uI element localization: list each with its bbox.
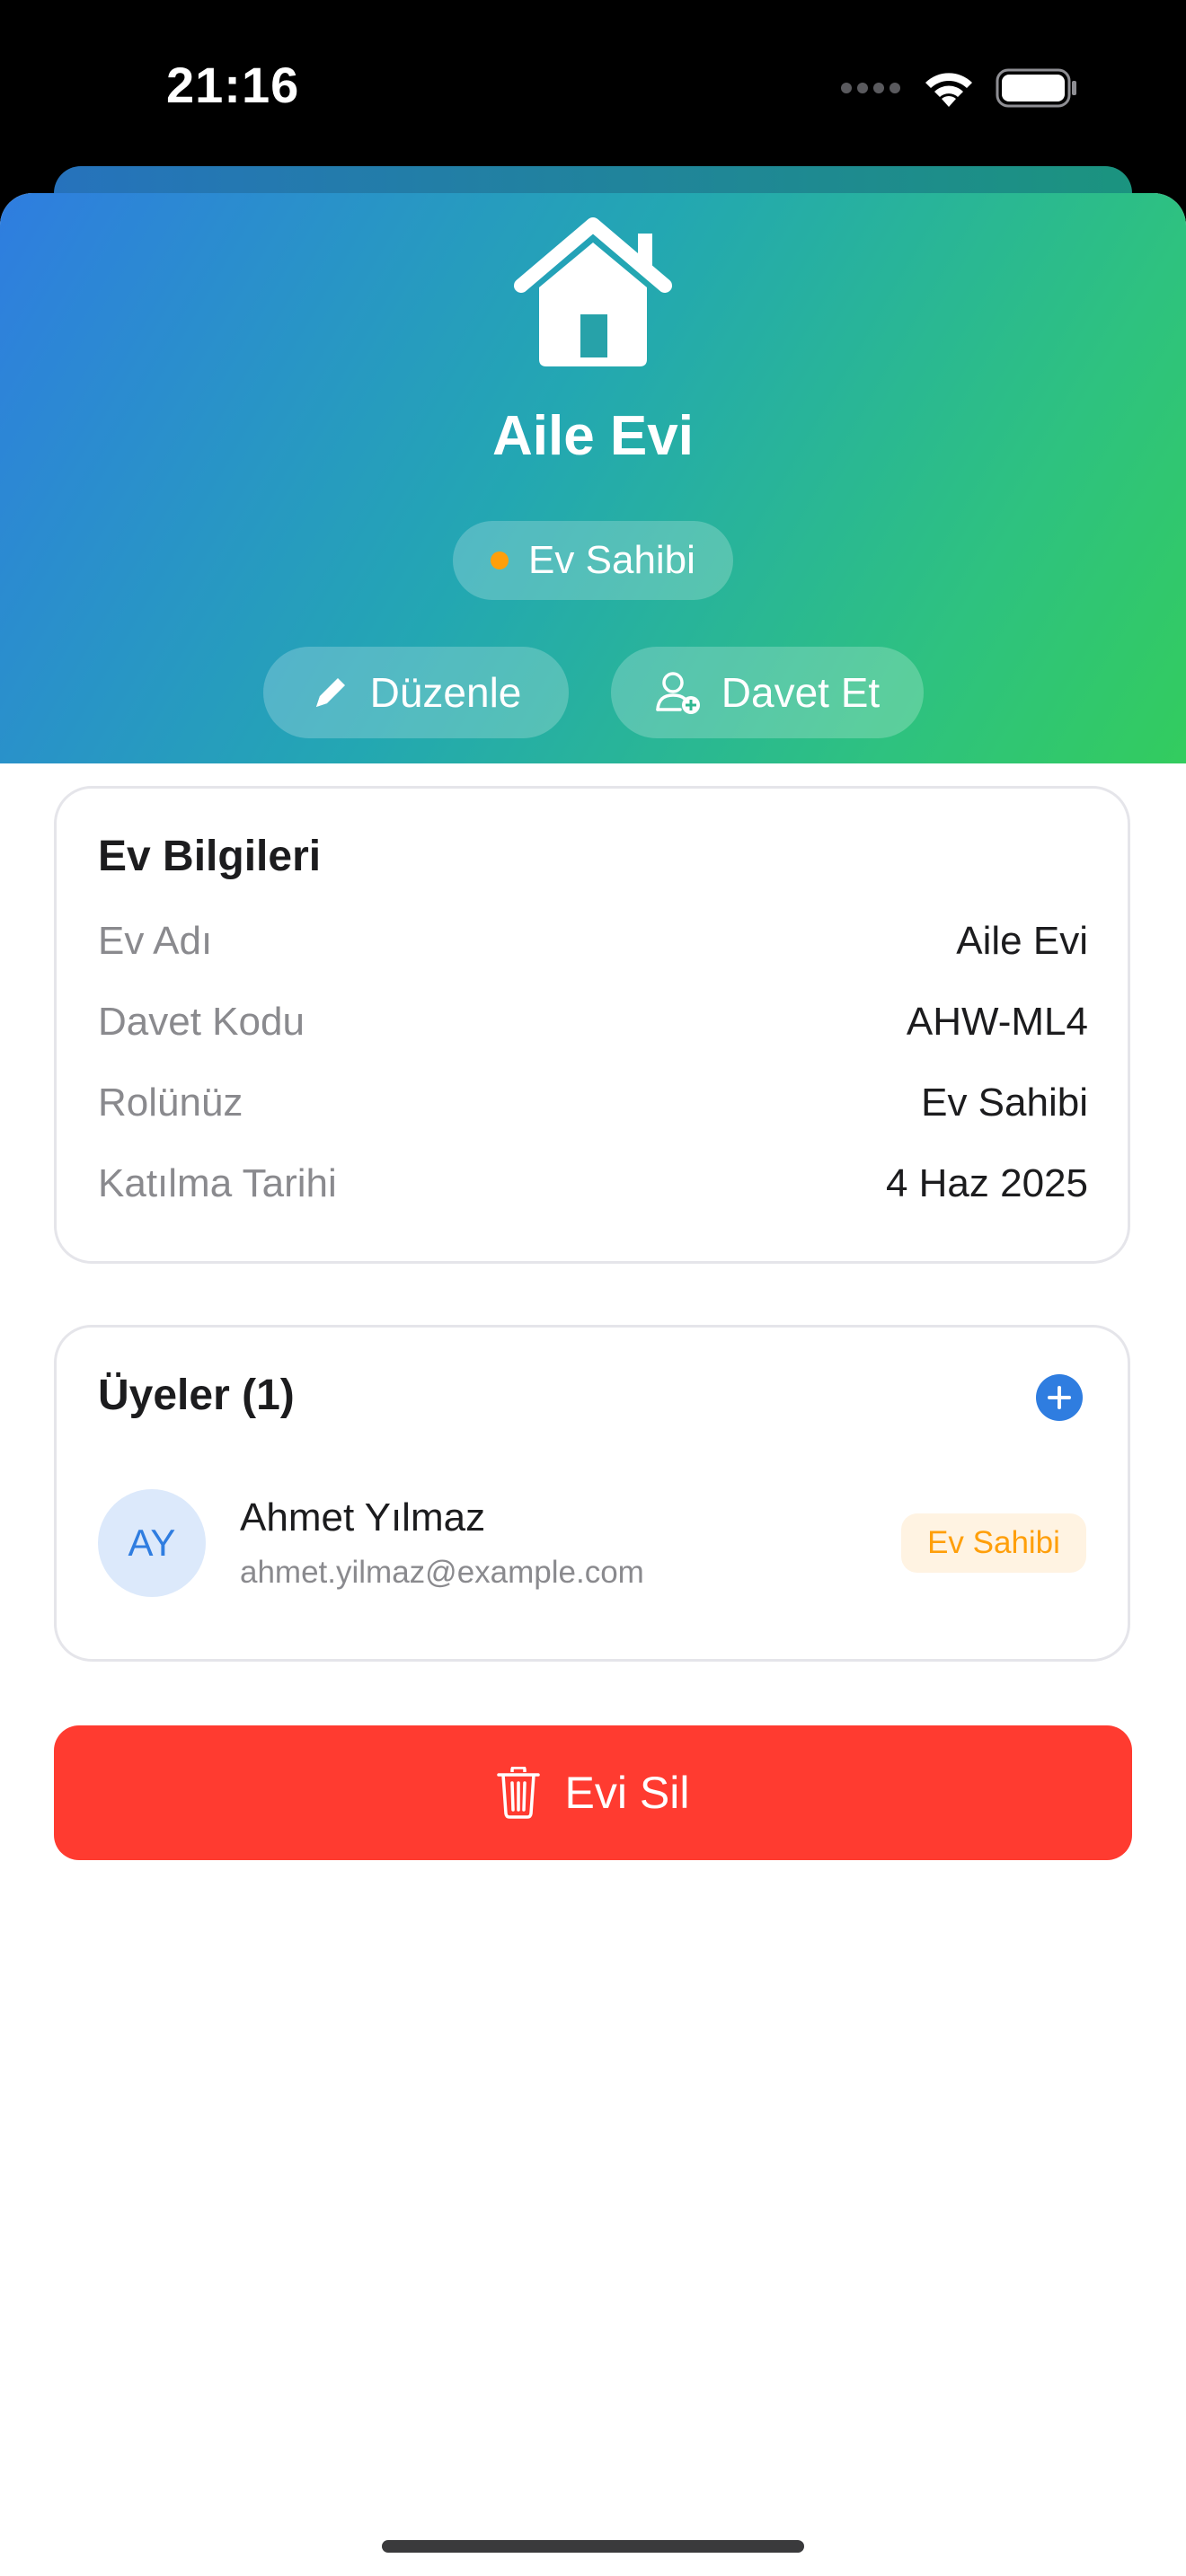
info-row-role: Rolünüz Ev Sahibi xyxy=(98,1076,1088,1130)
info-label: Ev Adı xyxy=(98,919,213,963)
battery-icon xyxy=(996,68,1076,108)
info-row-house-name: Ev Adı Aile Evi xyxy=(98,914,1088,968)
wifi-icon xyxy=(925,73,972,107)
info-value: Aile Evi xyxy=(956,919,1088,963)
info-value: Ev Sahibi xyxy=(921,1081,1088,1125)
info-row-invite-code: Davet Kodu AHW-ML4 xyxy=(98,995,1088,1049)
person-add-icon xyxy=(656,672,700,714)
info-value: 4 Haz 2025 xyxy=(885,1161,1088,1205)
hero-header: Aile Evi Ev Sahibi Düzenle Davet Et xyxy=(0,193,1186,763)
avatar: AY xyxy=(98,1489,206,1597)
info-row-join-date: Katılma Tarihi 4 Haz 2025 xyxy=(98,1157,1088,1211)
role-badge-label: Ev Sahibi xyxy=(528,538,695,582)
info-label: Katılma Tarihi xyxy=(98,1161,337,1205)
house-detail-sheet: Aile Evi Ev Sahibi Düzenle Davet Et Ev B… xyxy=(0,193,1186,2576)
house-icon xyxy=(514,217,672,366)
info-label: Davet Kodu xyxy=(98,1000,305,1044)
house-title: Aile Evi xyxy=(492,405,694,467)
members-title: Üyeler (1) xyxy=(98,1372,295,1419)
add-member-button[interactable] xyxy=(1036,1374,1083,1421)
member-role-badge: Ev Sahibi xyxy=(901,1513,1086,1573)
delete-house-button[interactable]: Evi Sil xyxy=(54,1725,1132,1860)
info-label: Rolünüz xyxy=(98,1081,243,1125)
status-bar: 21:16 xyxy=(0,0,1186,171)
invite-button-label: Davet Et xyxy=(721,669,881,716)
house-info-title: Ev Bilgileri xyxy=(98,833,322,880)
home-indicator[interactable] xyxy=(382,2540,804,2553)
delete-house-label: Evi Sil xyxy=(564,1768,690,1818)
status-icons xyxy=(839,65,1078,111)
invite-button[interactable]: Davet Et xyxy=(611,647,924,738)
edit-button[interactable]: Düzenle xyxy=(263,647,569,738)
role-status-dot xyxy=(491,551,509,569)
plus-circle-icon xyxy=(1048,1386,1071,1409)
house-info-card: Ev Bilgileri Ev Adı Aile Evi Davet Kodu … xyxy=(54,786,1130,1264)
pencil-icon xyxy=(315,678,345,707)
member-email: ahmet.yilmaz@example.com xyxy=(240,1555,644,1590)
screen: 21:16 Aile Evi Ev Sahibi Düzenle Davet E… xyxy=(0,0,1186,2576)
role-badge: Ev Sahibi xyxy=(453,521,733,600)
trash-icon xyxy=(496,1767,540,1819)
edit-button-label: Düzenle xyxy=(369,669,522,716)
members-card: Üyeler (1) AY Ahmet Yılmaz ahmet.yilmaz@… xyxy=(54,1325,1130,1662)
member-name: Ahmet Yılmaz xyxy=(240,1495,486,1539)
signal-icon xyxy=(841,83,900,93)
status-time: 21:16 xyxy=(166,57,300,113)
info-value[interactable]: AHW-ML4 xyxy=(907,1000,1088,1045)
